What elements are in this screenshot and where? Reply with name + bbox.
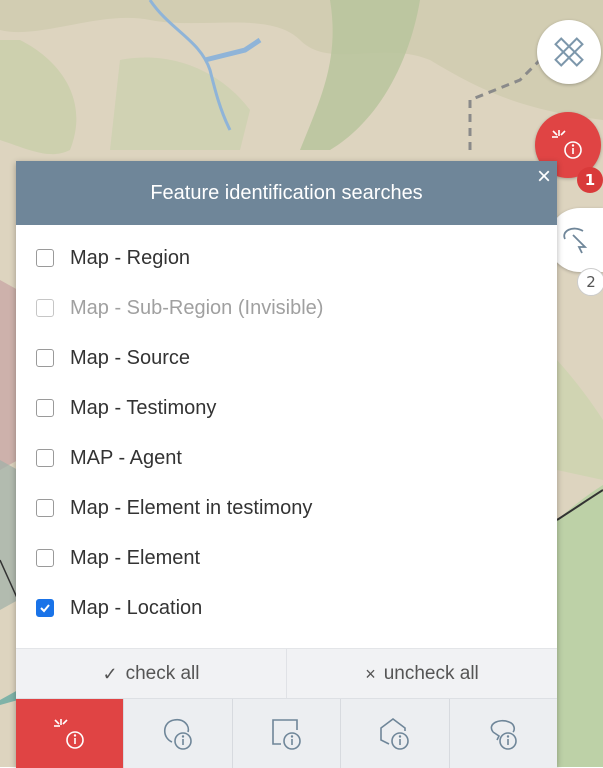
tab-rectangle-identify[interactable] [231, 699, 340, 768]
checkmark-icon: ✓ [102, 663, 118, 684]
tab-circle-identify[interactable] [123, 699, 231, 768]
search-item-source[interactable]: Map - Source [16, 333, 557, 383]
checkbox[interactable] [36, 549, 54, 567]
checkbox[interactable] [36, 299, 54, 317]
checkbox[interactable] [36, 349, 54, 367]
search-item-testimony[interactable]: Map - Testimony [16, 383, 557, 433]
uncheck-all-label: uncheck all [383, 663, 479, 684]
measure-button[interactable] [537, 20, 601, 84]
checkbox[interactable] [36, 399, 54, 417]
search-item-label: MAP - Agent [70, 446, 182, 469]
tab-polygon-identify[interactable] [340, 699, 448, 768]
measure-ruler-icon [554, 37, 584, 67]
search-list: Map - Region Map - Sub-Region (Invisible… [16, 225, 557, 633]
tab-point-identify[interactable] [16, 699, 124, 768]
feature-identify-icon [552, 130, 582, 159]
checkbox[interactable] [36, 599, 54, 617]
tab-lasso-identify[interactable] [448, 699, 557, 768]
panel-header: Feature identification searches × [16, 161, 557, 225]
circle-identify-icon [164, 718, 192, 750]
identify-mode-tabs [16, 698, 557, 768]
panel-title: Feature identification searches [150, 181, 423, 204]
cross-icon: × [365, 663, 376, 684]
polygon-identify-icon [380, 717, 409, 750]
search-item-element-in-testimony[interactable]: Map - Element in testimony [16, 483, 557, 533]
search-item-sub-region[interactable]: Map - Sub-Region (Invisible) [16, 283, 557, 333]
check-all-button[interactable]: ✓ check all [16, 649, 286, 699]
checkbox[interactable] [36, 249, 54, 267]
search-item-element[interactable]: Map - Element [16, 533, 557, 583]
close-button[interactable]: × [537, 165, 551, 189]
search-item-label: Map - Sub-Region (Invisible) [70, 296, 324, 319]
check-all-label: check all [125, 663, 200, 684]
checkbox[interactable] [36, 449, 54, 467]
search-item-label: Map - Element [70, 546, 201, 569]
checkbox[interactable] [36, 499, 54, 517]
search-item-label: Map - Element in testimony [70, 496, 313, 519]
search-item-location[interactable]: Map - Location [16, 583, 557, 633]
search-item-agent[interactable]: MAP - Agent [16, 433, 557, 483]
rectangle-identify-icon [271, 718, 301, 750]
identify-count-badge: 1 [577, 167, 603, 193]
identification-panel: Feature identification searches × Map - … [16, 161, 557, 768]
select-count-badge: 2 [577, 268, 603, 296]
point-identify-icon [53, 718, 84, 749]
lasso-identify-icon [491, 719, 518, 750]
search-item-label: Map - Source [70, 346, 191, 369]
select-pointer-icon [562, 227, 587, 254]
search-item-label: Map - Testimony [70, 396, 217, 419]
search-item-label: Map - Location [70, 596, 203, 619]
search-item-label: Map - Region [70, 246, 191, 269]
uncheck-all-button[interactable]: × uncheck all [286, 649, 557, 699]
bulk-actions: ✓ check all × uncheck all [16, 648, 557, 699]
search-item-region[interactable]: Map - Region [16, 233, 557, 283]
